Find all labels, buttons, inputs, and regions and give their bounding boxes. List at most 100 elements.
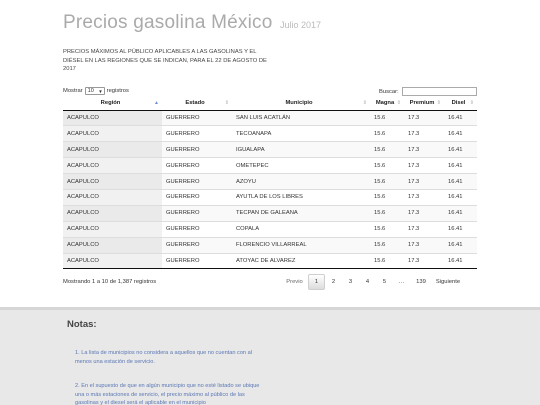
cell-state: GUERRERO (162, 157, 232, 175)
page-length-control: Mostrar 10 ▼ registros (63, 87, 129, 95)
column-header-magna[interactable]: Magna ⇕ (370, 97, 404, 111)
cell-municipality: IGUALAPA (232, 141, 370, 159)
table-row: ACAPULCO GUERRERO ATOYAC DE ALVAREZ 15.6 17.… (63, 253, 477, 270)
cell-state: GUERRERO (162, 189, 232, 206)
cell-magna: 15.6 (370, 253, 404, 270)
cell-region: ACAPULCO (63, 221, 162, 238)
cell-municipality: TECPAN DE GALEANA (232, 205, 370, 222)
table-row: ACAPULCO GUERRERO TECOANAPA 15.6 17.3 16.41 (63, 125, 477, 143)
cell-premium: 17.3 (404, 110, 444, 127)
page-button-4[interactable]: 4 (359, 274, 376, 290)
show-label: Mostrar (63, 88, 83, 94)
cell-premium: 17.3 (404, 173, 444, 190)
cell-state: GUERRERO (162, 141, 232, 159)
page-button-last[interactable]: 139 (410, 274, 432, 290)
table-row: ACAPULCO GUERRERO FLORENCIO VILLARREAL 15.6… (63, 237, 477, 254)
note-item: 1. La lista de municipios no considera a… (75, 350, 252, 365)
column-label: Disel (451, 100, 466, 107)
cell-state: GUERRERO (162, 173, 232, 190)
cell-municipality: AYUTLA DE LOS LIBRES (232, 189, 370, 206)
records-label: registros (106, 88, 129, 94)
pagination-ellipsis: … (398, 279, 405, 285)
cell-premium: 17.3 (404, 237, 444, 254)
cell-diesel: 16.41 (444, 189, 477, 206)
cell-state: GUERRERO (162, 237, 232, 254)
page-title: Precios gasolina México Julio 2017 (63, 12, 321, 34)
cell-magna: 15.6 (370, 173, 404, 190)
cell-municipality: SAN LUIS ACATLÁN (232, 110, 370, 127)
cell-municipality: OMETEPEC (232, 157, 370, 175)
page-length-select[interactable]: 10 ▼ (84, 87, 105, 95)
table-row: ACAPULCO GUERRERO TECPAN DE GALEANA 15.6 17.… (63, 205, 477, 222)
cell-diesel: 16.41 (444, 237, 477, 254)
main-panel: Precios gasolina México Julio 2017 PRECI… (0, 0, 540, 307)
note-item: 2. En el supuesto de que en algún munici… (75, 383, 260, 405)
cell-municipality: COPALA (232, 221, 370, 238)
table-header-row: Región ▲ Estado ⇕ Municipio ⇕ Magna ⇕ Premiu… (63, 97, 477, 111)
column-label: Estado (185, 100, 205, 107)
cell-state: GUERRERO (162, 221, 232, 238)
cell-diesel: 16.41 (444, 141, 477, 159)
cell-region: ACAPULCO (63, 205, 162, 222)
cell-premium: 17.3 (404, 189, 444, 206)
column-label: Municipio (285, 100, 313, 107)
cell-magna: 15.6 (370, 221, 404, 238)
cell-premium: 17.3 (404, 221, 444, 238)
table-info: Mostrando 1 a 10 de 1,387 registros (63, 279, 157, 285)
cell-municipality: ATOYAC DE ALVAREZ (232, 253, 370, 270)
sort-both-icon: ⇕ (469, 100, 474, 106)
table-row: ACAPULCO GUERRERO AYUTLA DE LOS LIBRES 15.6… (63, 189, 477, 206)
cell-region: ACAPULCO (63, 189, 162, 206)
next-page-button[interactable]: Siguiente (432, 274, 464, 290)
cell-magna: 15.6 (370, 189, 404, 206)
column-header-state[interactable]: Estado ⇕ (162, 97, 232, 111)
cell-diesel: 16.41 (444, 221, 477, 238)
column-header-premium[interactable]: Premium ⇕ (404, 97, 444, 111)
cell-premium: 17.3 (404, 253, 444, 270)
cell-region: ACAPULCO (63, 141, 162, 159)
table-row: ACAPULCO GUERRERO SAN LUIS ACATLÁN 15.6 17.3… (63, 110, 477, 127)
title-period: Julio 2017 (279, 20, 321, 30)
page-button-5[interactable]: 5 (376, 274, 393, 290)
page-button-1[interactable]: 1 (308, 274, 325, 290)
cell-magna: 15.6 (370, 141, 404, 159)
page-button-3[interactable]: 3 (342, 274, 359, 290)
cell-premium: 17.3 (404, 125, 444, 143)
column-label: Región (100, 100, 121, 107)
intro-text: PRECIOS MÁXIMOS AL PÚBLICO APLICABLES A … (63, 49, 267, 73)
column-header-municipality[interactable]: Municipio ⇕ (232, 97, 370, 111)
previous-page-button[interactable]: Previo (281, 274, 308, 290)
cell-municipality: TECOANAPA (232, 125, 370, 143)
column-header-diesel[interactable]: Disel ⇕ (444, 97, 477, 111)
column-label: Premium (409, 100, 435, 107)
cell-magna: 15.6 (370, 125, 404, 143)
cell-region: ACAPULCO (63, 237, 162, 254)
cell-diesel: 16.41 (444, 205, 477, 222)
cell-magna: 15.6 (370, 110, 404, 127)
cell-region: ACAPULCO (63, 125, 162, 143)
cell-municipality: FLORENCIO VILLARREAL (232, 237, 370, 254)
page-length-value: 10 (87, 88, 94, 94)
cell-state: GUERRERO (162, 253, 232, 270)
sort-both-icon: ⇕ (436, 100, 441, 106)
pagination: Previo 1 2 3 4 5 … 139 Siguiente (281, 274, 464, 290)
page-button-2[interactable]: 2 (325, 274, 342, 290)
table-row: ACAPULCO GUERRERO COPALA 15.6 17.3 16.41 (63, 221, 477, 238)
cell-state: GUERRERO (162, 110, 232, 127)
table-row: ACAPULCO GUERRERO IGUALAPA 15.6 17.3 16.41 (63, 141, 477, 159)
cell-magna: 15.6 (370, 205, 404, 222)
search-input[interactable] (401, 87, 477, 96)
cell-diesel: 16.41 (444, 173, 477, 190)
prices-table: Región ▲ Estado ⇕ Municipio ⇕ Magna ⇕ Premiu… (63, 97, 477, 270)
cell-region: ACAPULCO (63, 110, 162, 127)
column-label: Magna (375, 100, 395, 107)
cell-state: GUERRERO (162, 125, 232, 143)
column-header-region[interactable]: Región ▲ (63, 97, 162, 111)
notes-title: Notas: (67, 319, 97, 330)
table-row: ACAPULCO GUERRERO OMETEPEC 15.6 17.3 16.41 (63, 157, 477, 175)
title-text: Precios gasolina México (63, 12, 273, 33)
cell-municipality: AZOYU (232, 173, 370, 190)
cell-magna: 15.6 (370, 237, 404, 254)
cell-diesel: 16.41 (444, 110, 477, 127)
search-label: Buscar: (379, 88, 399, 95)
